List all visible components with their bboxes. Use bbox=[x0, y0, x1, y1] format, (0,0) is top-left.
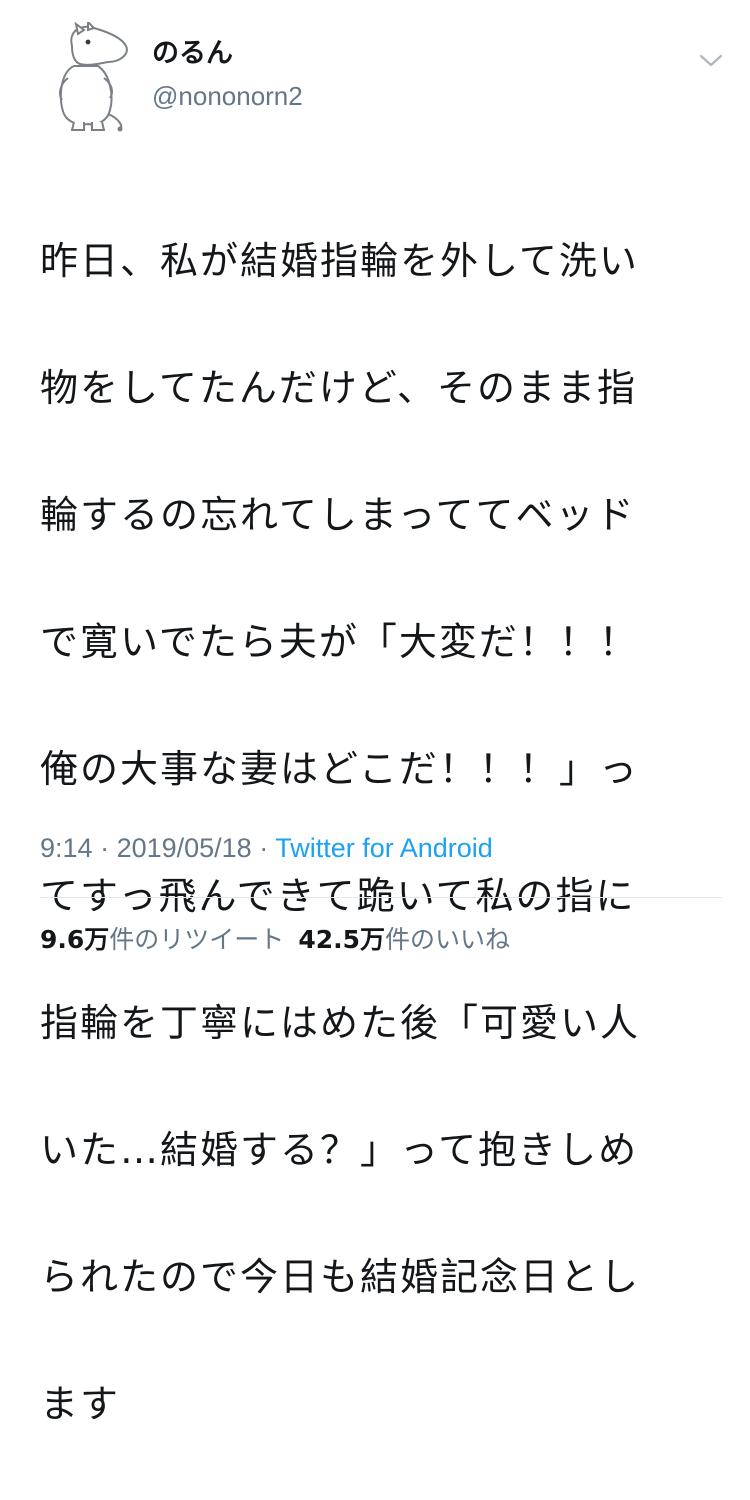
tweet-card: のるん @nononorn2 昨日、私が結婚指輪を外して洗い 物をしてたんだけど… bbox=[0, 0, 750, 1426]
tweet-text-line: ます bbox=[40, 1381, 121, 1426]
tweet-text-line: 昨日、私が結婚指輪を外して洗い bbox=[40, 238, 639, 283]
tweet-text-line: で寛いでたら夫が「大変だ！！！ bbox=[40, 619, 639, 664]
retweets-stat[interactable]: 9.6万件のリツイート bbox=[40, 920, 284, 960]
tweet-text-line: 物をしてたんだけど、そのまま指 bbox=[40, 365, 637, 410]
likes-count: 42.5万 bbox=[298, 925, 385, 954]
tweet-text-line: られたので今日も結婚記念日とし bbox=[40, 1254, 641, 1299]
tweet-meta: 9:14 · 2019/05/18 · Twitter for Android bbox=[40, 828, 493, 868]
tweet-date[interactable]: 2019/05/18 bbox=[117, 833, 252, 863]
tweet-text-line: 輪するの忘れてしまっててベッド bbox=[40, 492, 636, 537]
retweets-count: 9.6万 bbox=[40, 925, 110, 954]
likes-label: 件のいいね bbox=[385, 925, 511, 954]
user-display-name[interactable]: のるん bbox=[152, 38, 233, 70]
tweet-time[interactable]: 9:14 bbox=[40, 833, 93, 863]
chevron-down-icon[interactable] bbox=[698, 50, 724, 70]
likes-stat[interactable]: 42.5万件のいいね bbox=[298, 920, 510, 960]
tweet-text-line: いた…結婚する？」って抱きしめ bbox=[40, 1127, 639, 1172]
meta-separator: · bbox=[92, 833, 117, 863]
moomin-avatar-icon[interactable] bbox=[38, 19, 136, 132]
tweet-text-line: 指輪を丁寧にはめた後「可愛い人 bbox=[40, 1000, 641, 1045]
tweet-stats: 9.6万件のリツイート 42.5万件のいいね bbox=[40, 920, 510, 960]
tweet-source-link[interactable]: Twitter for Android bbox=[275, 833, 493, 863]
divider bbox=[40, 897, 722, 898]
retweets-label: 件のリツイート bbox=[109, 925, 285, 954]
user-handle[interactable]: @nononorn2 bbox=[152, 80, 303, 112]
tweet-header: のるん @nononorn2 bbox=[38, 19, 728, 132]
meta-separator: · bbox=[251, 833, 276, 863]
tweet-text-line: 俺の大事な妻はどこだ！！！」っ bbox=[40, 746, 639, 791]
